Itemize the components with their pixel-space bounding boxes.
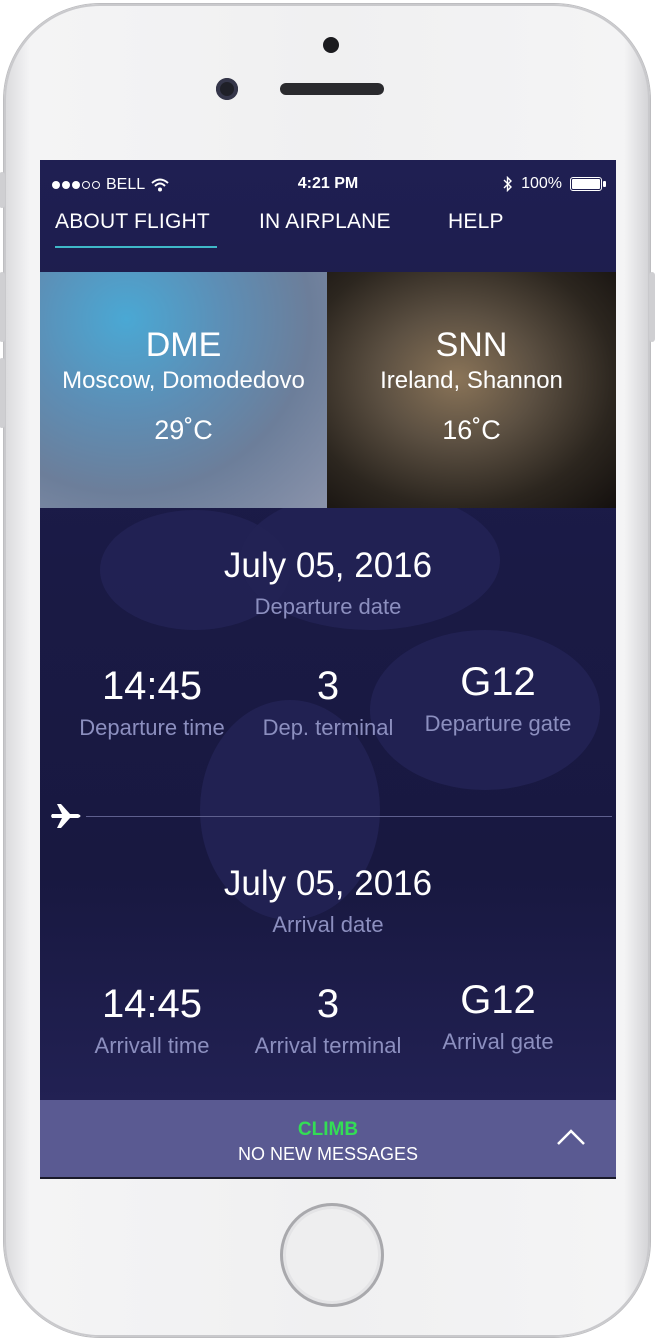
airplane-icon: [51, 804, 81, 828]
screen-bottom-edge: [40, 1177, 616, 1179]
destination-city: Ireland, Shannon: [380, 367, 563, 394]
departure-gate: G12: [460, 660, 536, 704]
origin-card[interactable]: DME Moscow, Domodedovo 29˚C: [40, 272, 327, 508]
departure-time-label: Departure time: [79, 715, 225, 740]
status-bar: BELL 4:21 PM 100%: [40, 160, 616, 206]
arrival-time-label: Arrivall time: [94, 1033, 210, 1058]
active-tab-indicator: [55, 246, 217, 248]
departure-date-block: July 05, 2016 Departure date: [40, 546, 616, 620]
arrival-gate-stat: G12 Arrival gate: [402, 978, 594, 1055]
front-camera: [216, 78, 238, 100]
arrival-date-label: Arrival date: [272, 912, 384, 937]
departure-terminal-label: Dep. terminal: [262, 715, 394, 740]
chevron-up-icon[interactable]: [556, 1128, 586, 1146]
tab-in-airplane[interactable]: IN AIRPLANE: [259, 210, 391, 234]
destination-code: SNN: [435, 326, 508, 364]
arrival-terminal: 3: [316, 982, 340, 1026]
origin-code: DME: [145, 326, 222, 364]
arrival-date-block: July 05, 2016 Arrival date: [40, 864, 616, 938]
arrival-gate-label: Arrival gate: [442, 1029, 554, 1054]
proximity-sensor: [323, 37, 339, 53]
destination-temperature: 16˚C: [442, 415, 501, 445]
arrival-time: 14:45: [101, 982, 203, 1026]
destination-card[interactable]: SNN Ireland, Shannon 16˚C: [327, 272, 616, 508]
departure-terminal-stat: 3 Dep. terminal: [232, 664, 424, 741]
origin-city: Moscow, Domodedovo: [62, 367, 305, 394]
departure-time: 14:45: [101, 664, 203, 708]
departure-date: July 05, 2016: [223, 546, 433, 585]
app-screen: BELL 4:21 PM 100% ABOUT FLIGHT IN AIRPLA…: [40, 160, 616, 1179]
arrival-gate: G12: [460, 978, 536, 1022]
arrival-time-stat: 14:45 Arrivall time: [56, 982, 248, 1059]
battery-percent: 100%: [521, 175, 562, 192]
bluetooth-icon: [503, 176, 513, 192]
tab-bar: ABOUT FLIGHT IN AIRPLANE HELP: [40, 210, 616, 250]
volume-up-button: [0, 272, 5, 342]
battery-icon: [570, 177, 606, 191]
volume-down-button: [0, 358, 5, 428]
power-button: [649, 272, 655, 342]
flight-stage: CLIMB: [297, 1119, 359, 1140]
messages-status: NO NEW MESSAGES: [237, 1144, 419, 1164]
departure-date-label: Departure date: [254, 594, 402, 619]
departure-gate-label: Departure gate: [424, 711, 572, 736]
departure-terminal: 3: [316, 664, 340, 708]
arrival-terminal-stat: 3 Arrival terminal: [232, 982, 424, 1059]
home-button[interactable]: [280, 1203, 384, 1307]
mute-switch: [0, 172, 5, 208]
tab-help[interactable]: HELP: [448, 210, 504, 234]
tab-about-flight[interactable]: ABOUT FLIGHT: [55, 210, 210, 234]
departure-gate-stat: G12 Departure gate: [402, 660, 594, 737]
arrival-terminal-label: Arrival terminal: [254, 1033, 402, 1058]
flight-status-bar[interactable]: CLIMB NO NEW MESSAGES: [40, 1100, 616, 1179]
departure-time-stat: 14:45 Departure time: [56, 664, 248, 741]
flight-divider: [86, 816, 612, 817]
arrival-date: July 05, 2016: [223, 864, 433, 903]
origin-temperature: 29˚C: [154, 415, 213, 445]
earpiece-speaker: [280, 83, 384, 95]
